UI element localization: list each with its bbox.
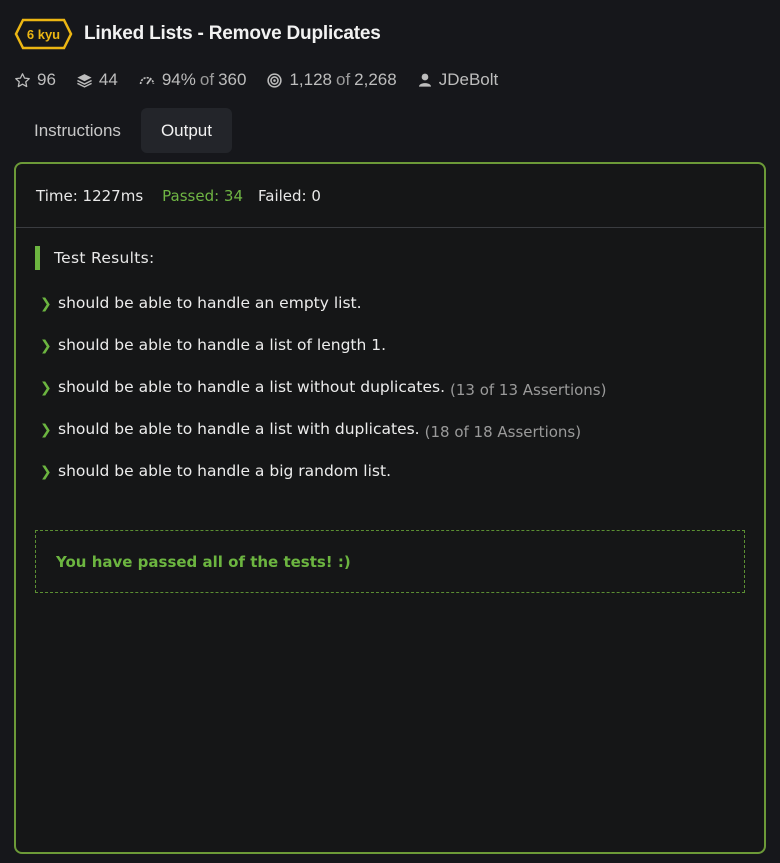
- success-message: You have passed all of the tests! :): [56, 552, 351, 571]
- author-name: JDeBolt: [438, 70, 499, 89]
- results-accent-bar: [35, 246, 40, 270]
- stars-stat[interactable]: 96: [14, 70, 56, 90]
- test-summary-bar: Time: 1227ms Passed: 34 Failed: 0: [16, 164, 764, 228]
- failed-count: Failed: 0: [258, 186, 321, 205]
- satisfaction-percent: 94%: [161, 70, 196, 89]
- stars-count: 96: [37, 70, 56, 89]
- user-icon: [417, 72, 433, 88]
- kata-title: Linked Lists - Remove Duplicates: [84, 23, 381, 44]
- completed-of: of: [335, 70, 351, 89]
- test-item[interactable]: ❯ should be able to handle a list with d…: [40, 416, 606, 458]
- test-item[interactable]: ❯ should be able to handle a big random …: [40, 458, 606, 500]
- author-stat[interactable]: JDeBolt: [417, 70, 499, 90]
- tab-output[interactable]: Output: [140, 108, 232, 153]
- test-item[interactable]: ❯ should be able to handle a list of len…: [40, 332, 606, 374]
- passed-count: Passed: 34: [162, 186, 243, 205]
- completed-target-icon: [266, 72, 283, 89]
- satisfaction-stat: 94% of 360: [138, 70, 247, 90]
- completed-total: 2,268: [354, 70, 397, 89]
- test-item[interactable]: ❯ should be able to handle an empty list…: [40, 290, 606, 332]
- chevron-right-icon: ❯: [40, 338, 52, 354]
- chevron-right-icon: ❯: [40, 380, 52, 396]
- test-label: should be able to handle a list of lengt…: [58, 336, 387, 354]
- test-item[interactable]: ❯ should be able to handle a list withou…: [40, 374, 606, 416]
- kyu-rank-label: 6 kyu: [26, 26, 61, 42]
- satisfaction-of: of: [199, 70, 215, 89]
- test-label: should be able to handle a list with dup…: [58, 420, 420, 438]
- chevron-right-icon: ❯: [40, 464, 52, 480]
- star-icon: [14, 72, 31, 89]
- kyu-rank-badge[interactable]: 6 kyu: [14, 18, 73, 50]
- test-assertions: (13 of 13 Assertions): [450, 381, 607, 399]
- collections-stat[interactable]: 44: [76, 70, 118, 90]
- test-results-title: Test Results:: [54, 249, 155, 267]
- collection-stack-icon: [76, 72, 93, 89]
- chevron-right-icon: ❯: [40, 422, 52, 438]
- chevron-right-icon: ❯: [40, 296, 52, 312]
- test-assertions: (18 of 18 Assertions): [424, 423, 582, 441]
- success-message-box: You have passed all of the tests! :): [35, 530, 745, 593]
- satisfaction-total: 360: [218, 70, 247, 89]
- completed-count: 1,128: [289, 70, 332, 89]
- run-time: Time: 1227ms: [36, 186, 144, 205]
- kata-header: 6 kyu Linked Lists - Remove Duplicates: [14, 18, 381, 50]
- test-results-header: Test Results:: [35, 246, 155, 270]
- test-label: should be able to handle a big random li…: [58, 462, 392, 480]
- test-label: should be able to handle an empty list.: [58, 294, 362, 312]
- kata-stats: 96 44 94% of 360 1,128 of 2,268 JDeBolt: [14, 68, 518, 92]
- collections-count: 44: [98, 70, 118, 89]
- satisfaction-gauge-icon: [138, 72, 156, 89]
- output-panel: Time: 1227ms Passed: 34 Failed: 0 Test R…: [14, 162, 766, 854]
- tab-instructions[interactable]: Instructions: [14, 108, 141, 153]
- test-label: should be able to handle a list without …: [58, 378, 445, 396]
- test-list: ❯ should be able to handle an empty list…: [40, 290, 606, 500]
- tab-bar: Instructions Output: [14, 108, 232, 153]
- completed-stat: 1,128 of 2,268: [266, 70, 397, 90]
